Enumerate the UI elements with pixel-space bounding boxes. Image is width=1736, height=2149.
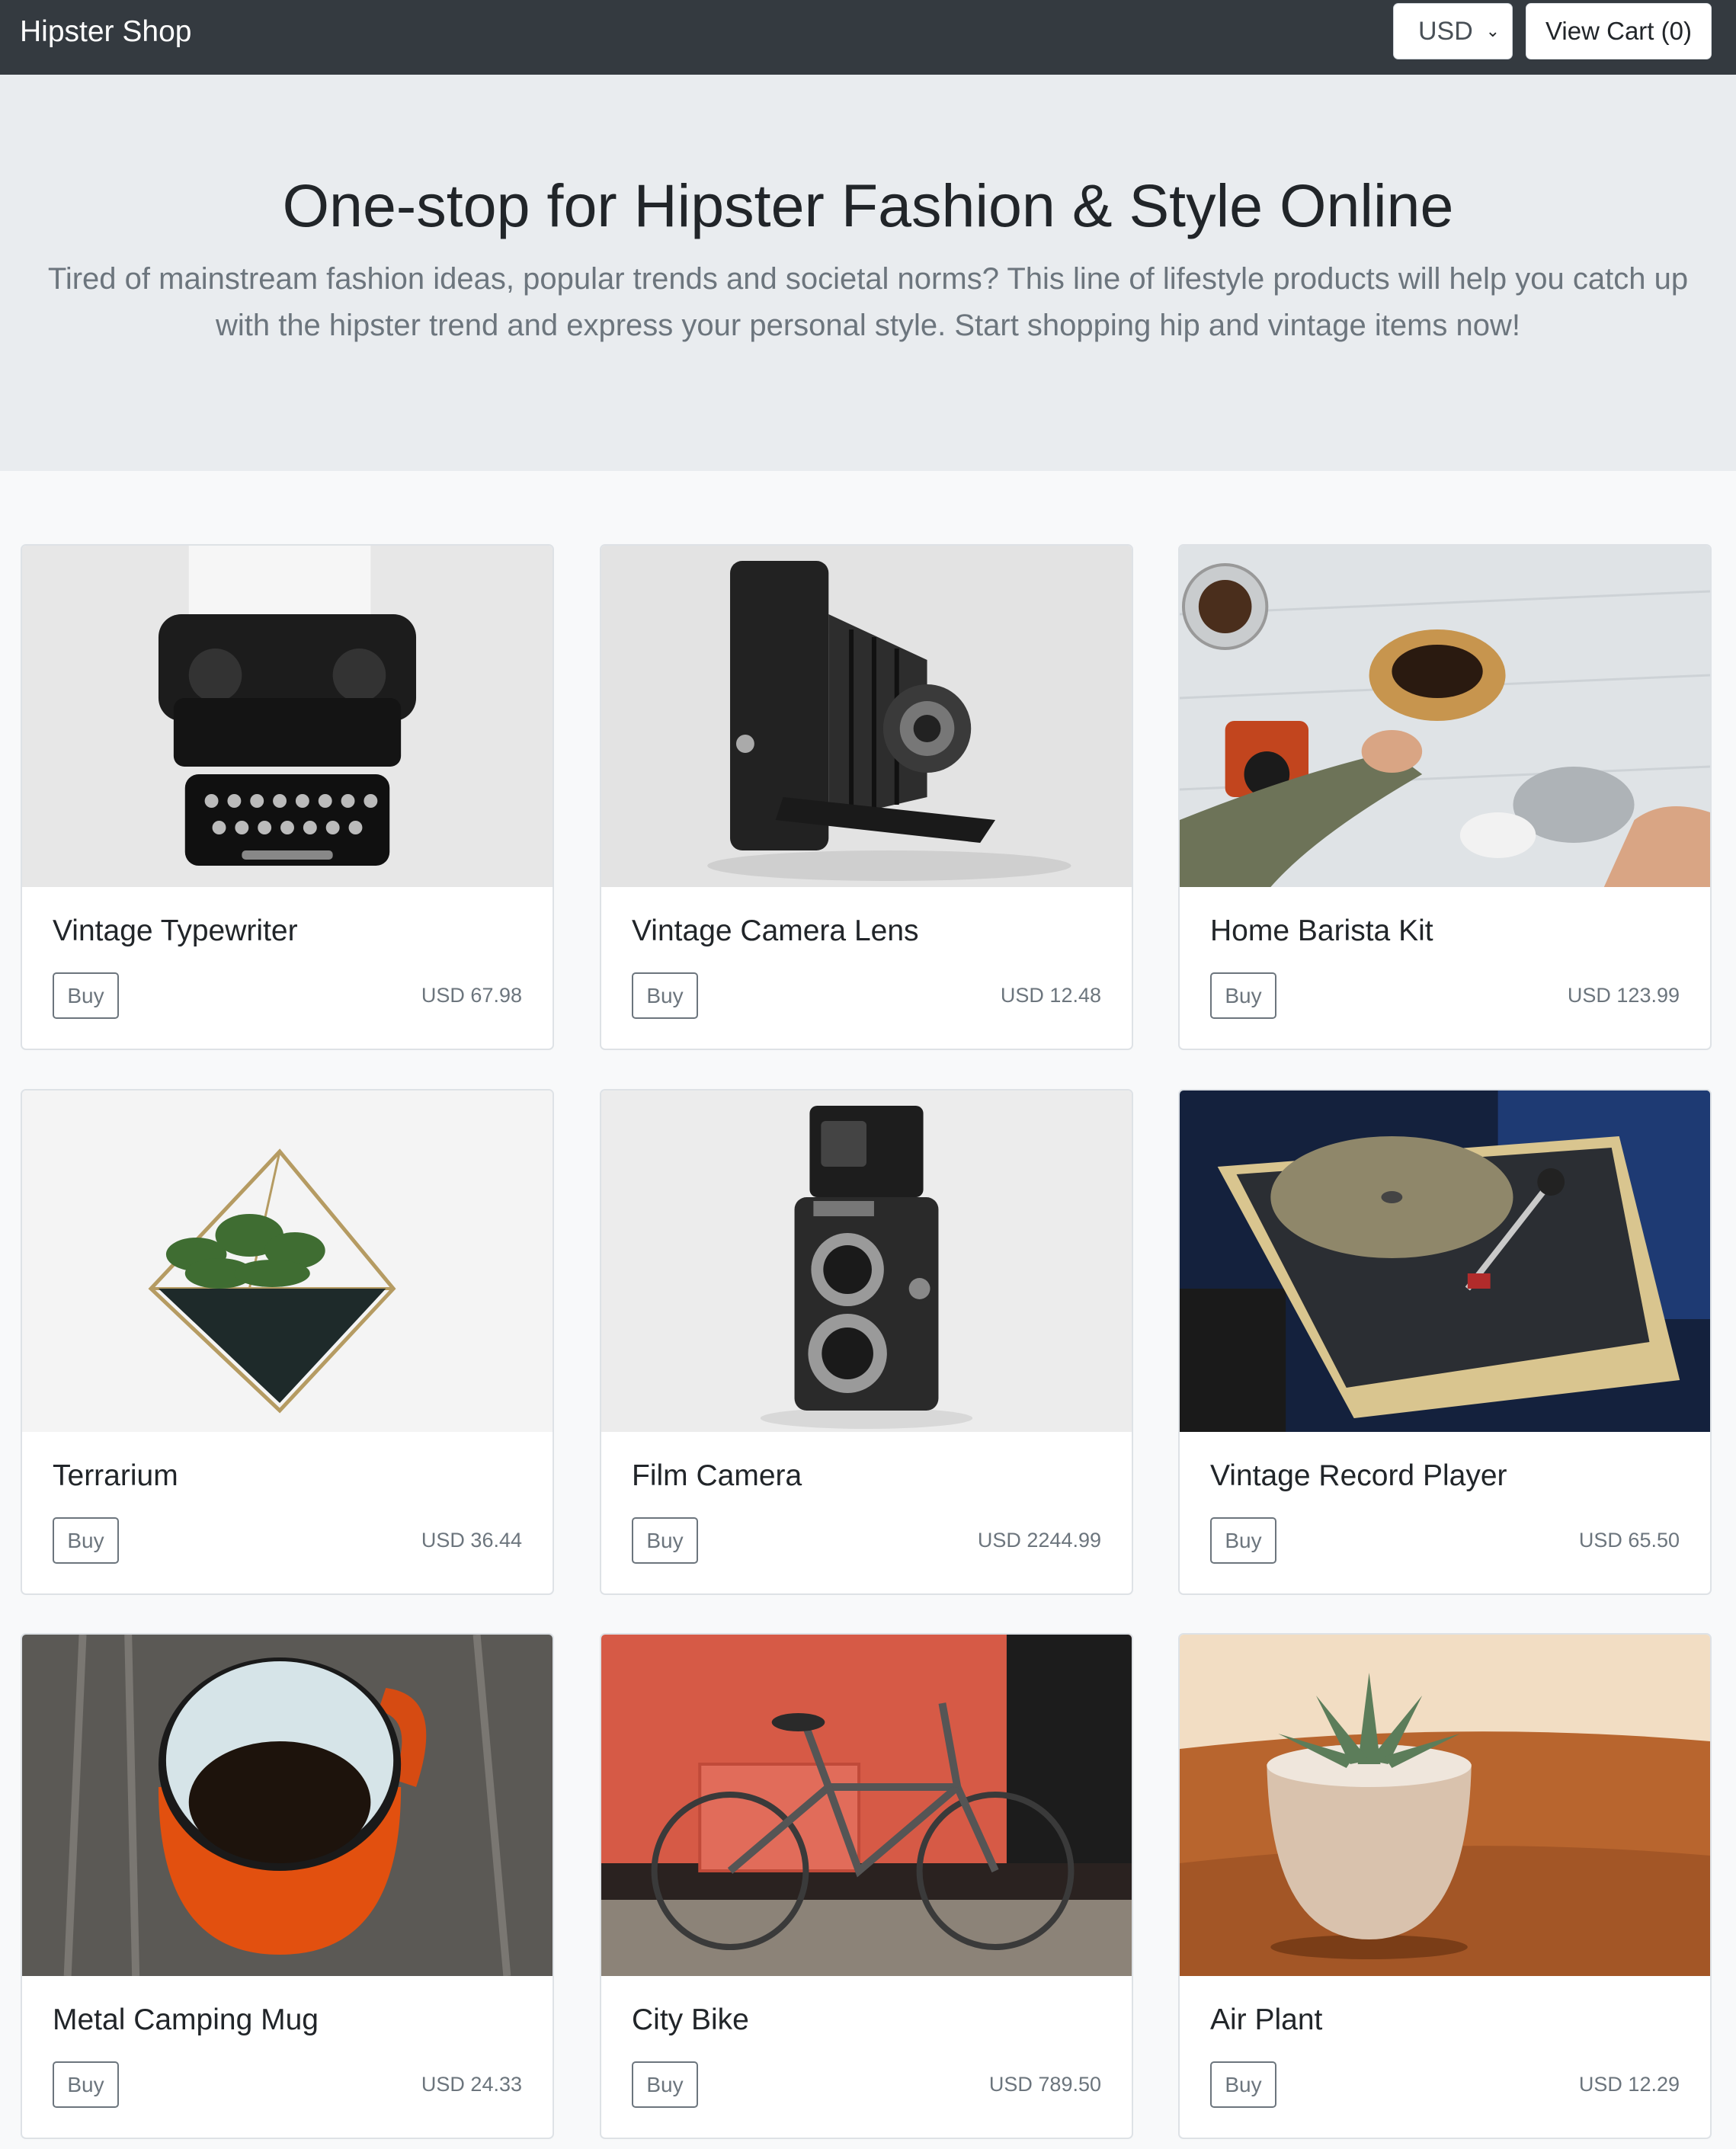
product-image[interactable] — [22, 1091, 553, 1432]
product-name[interactable]: Air Plant — [1210, 2003, 1322, 2037]
product-card: Vintage Camera Lens Buy USD 12.48 — [600, 544, 1133, 1050]
product-image[interactable] — [601, 1635, 1132, 1976]
product-price: USD 12.48 — [1000, 984, 1101, 1007]
buy-button[interactable]: Buy — [1210, 972, 1276, 1019]
currency-value: USD — [1418, 17, 1473, 46]
product-name[interactable]: Vintage Typewriter — [53, 914, 298, 948]
buy-button[interactable]: Buy — [632, 1517, 698, 1564]
product-name[interactable]: Vintage Camera Lens — [632, 914, 919, 948]
product-image[interactable] — [22, 546, 553, 887]
buy-button[interactable]: Buy — [53, 1517, 119, 1564]
product-price: USD 123.99 — [1567, 984, 1680, 1007]
product-card: Film Camera Buy USD 2244.99 — [600, 1089, 1133, 1595]
product-name[interactable]: Film Camera — [632, 1459, 802, 1493]
product-image[interactable] — [1180, 1635, 1710, 1976]
product-price: USD 67.98 — [421, 984, 522, 1007]
product-image[interactable] — [1180, 546, 1710, 887]
succulent-pot-photo — [1180, 1635, 1710, 1976]
product-name[interactable]: Metal Camping Mug — [53, 2003, 319, 2037]
record-player-photo — [1180, 1091, 1710, 1432]
product-price: USD 789.50 — [988, 2073, 1101, 2096]
typewriter-photo — [22, 546, 553, 887]
product-image[interactable] — [601, 1091, 1132, 1432]
top-navbar: Hipster Shop USD ⌄ View Cart (0) — [0, 0, 1736, 75]
product-image[interactable] — [601, 546, 1132, 887]
hero-description: Tired of mainstream fashion ideas, popul… — [47, 262, 1689, 342]
enamel-mug-photo — [22, 1635, 553, 1976]
currency-select[interactable]: USD ⌄ — [1393, 3, 1513, 59]
hero-banner: One-stop for Hipster Fashion & Style Onl… — [0, 75, 1736, 471]
product-price: USD 36.44 — [421, 1529, 522, 1552]
buy-button[interactable]: Buy — [632, 972, 698, 1019]
product-price: USD 65.50 — [1578, 1529, 1680, 1552]
view-cart-button[interactable]: View Cart (0) — [1526, 3, 1712, 59]
product-name[interactable]: Vintage Record Player — [1210, 1459, 1507, 1493]
product-card: Terrarium Buy USD 36.44 — [21, 1089, 554, 1595]
product-price: USD 12.29 — [1578, 2073, 1680, 2096]
terrarium-photo — [22, 1091, 553, 1432]
hero-title: One-stop for Hipster Fashion & Style Onl… — [282, 171, 1454, 239]
folding-camera-photo — [601, 546, 1132, 887]
bicycle-photo — [601, 1635, 1132, 1976]
brand-logo-link[interactable]: Hipster Shop — [20, 0, 191, 64]
chevron-down-icon: ⌄ — [1485, 21, 1500, 40]
buy-button[interactable]: Buy — [53, 2061, 119, 2108]
product-card: Vintage Typewriter Buy USD 67.98 — [21, 544, 554, 1050]
product-card: Vintage Record Player Buy USD 65.50 — [1178, 1089, 1712, 1595]
buy-button[interactable]: Buy — [53, 972, 119, 1019]
product-card: Air Plant Buy USD 12.29 — [1178, 1633, 1712, 2139]
twin-lens-camera-photo — [601, 1091, 1132, 1432]
product-name[interactable]: Terrarium — [53, 1459, 178, 1493]
coffee-pour-over-photo — [1180, 546, 1710, 887]
product-price: USD 2244.99 — [977, 1529, 1101, 1552]
product-name[interactable]: Home Barista Kit — [1210, 914, 1433, 948]
product-card: City Bike Buy USD 789.50 — [600, 1633, 1133, 2139]
product-price: USD 24.33 — [421, 2073, 522, 2096]
product-name[interactable]: City Bike — [632, 2003, 749, 2037]
buy-button[interactable]: Buy — [1210, 2061, 1276, 2108]
product-card: Metal Camping Mug Buy USD 24.33 — [21, 1633, 554, 2139]
product-image[interactable] — [22, 1635, 553, 1976]
product-image[interactable] — [1180, 1091, 1710, 1432]
buy-button[interactable]: Buy — [632, 2061, 698, 2108]
buy-button[interactable]: Buy — [1210, 1517, 1276, 1564]
product-card: Home Barista Kit Buy USD 123.99 — [1178, 544, 1712, 1050]
